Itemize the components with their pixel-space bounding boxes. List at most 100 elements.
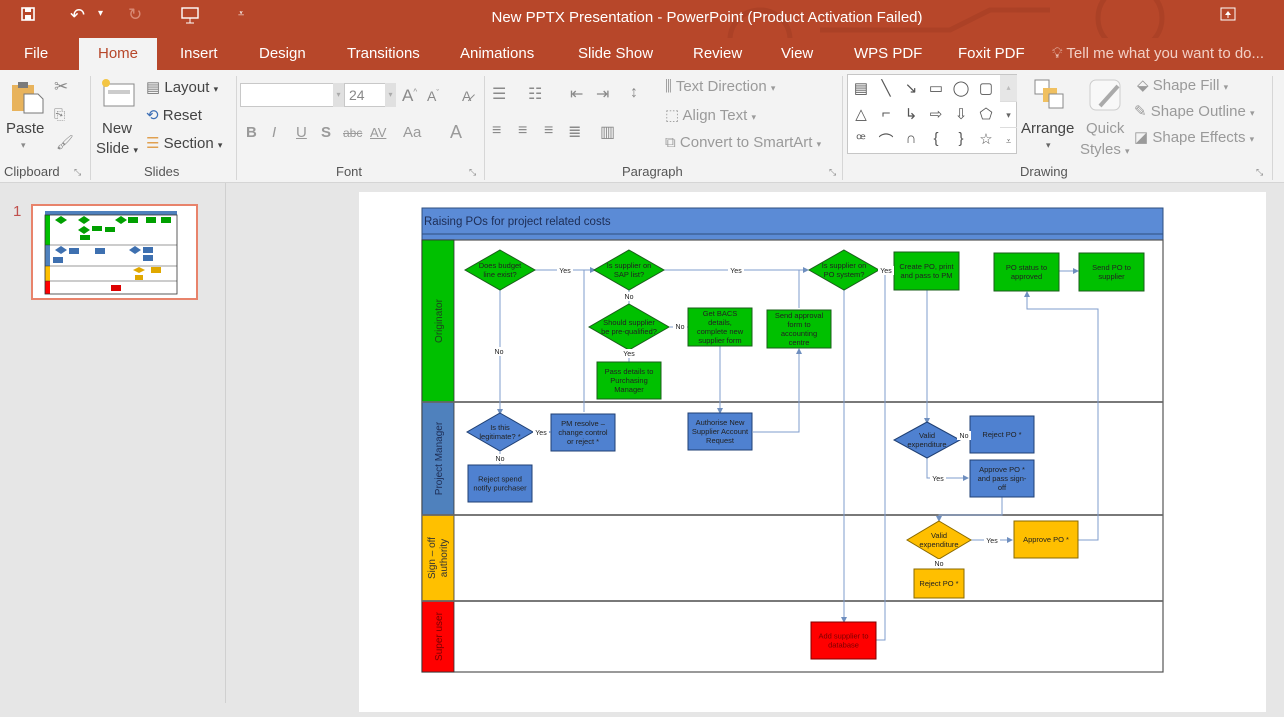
align-right-icon[interactable]: ≡ — [544, 122, 553, 140]
shape-effects-button[interactable]: ◪ Shape Effects ▾ — [1134, 128, 1254, 146]
tab-foxit-pdf[interactable]: Foxit PDF — [948, 38, 1035, 70]
tell-me-box[interactable]: 💡︎ Tell me what you want to do... — [1052, 45, 1264, 62]
numbering-icon[interactable]: ☷ — [528, 84, 542, 104]
tab-animations[interactable]: Animations — [450, 38, 544, 70]
tab-home[interactable]: Home — [79, 38, 157, 70]
tab-wps-pdf[interactable]: WPS PDF — [844, 38, 932, 70]
increase-indent-icon[interactable]: ⇥ — [596, 84, 609, 104]
bullets-icon[interactable]: ☰ — [492, 84, 506, 104]
new-slide-button[interactable]: Slide ▾ — [96, 140, 138, 157]
slide[interactable]: Raising POs for project related costs Ori… — [359, 192, 1266, 712]
triangle-shape-icon[interactable]: △ — [850, 105, 872, 123]
font-size-dropdown[interactable]: ▾ — [385, 83, 396, 107]
ribbon-tabs: File Home Insert Design Transitions Anim… — [0, 38, 1284, 70]
elbow-arrow-shape-icon[interactable]: ↳ — [900, 105, 922, 123]
elbow-connector-shape-icon[interactable]: ⌐ — [875, 105, 897, 122]
process-add_supplier-text: Add supplier to — [818, 632, 868, 641]
no-label: No — [625, 294, 634, 301]
paste-dropdown-icon[interactable]: ▾ — [21, 140, 26, 151]
rounded-rect-shape-icon[interactable]: ▢ — [975, 79, 997, 97]
tab-insert[interactable]: Insert — [170, 38, 228, 70]
reset-label: Reset — [162, 107, 202, 124]
cut-icon[interactable]: ✂ — [54, 77, 68, 97]
right-brace-shape-icon[interactable]: } — [950, 130, 972, 147]
arrow-line-shape-icon[interactable]: ↘ — [900, 79, 922, 97]
ribbon-display-options-icon[interactable] — [1220, 7, 1236, 26]
arrange-dropdown-icon[interactable]: ▾ — [1046, 140, 1051, 151]
shape-outline-label: Shape Outline — [1150, 103, 1246, 120]
line-spacing-icon[interactable]: ↕ — [630, 84, 638, 102]
drawing-launcher-icon[interactable]: ⤡ — [1256, 167, 1263, 178]
strikethrough-button[interactable]: abc — [343, 126, 362, 140]
arrange-button[interactable]: Arrange — [1021, 120, 1074, 137]
star-shape-icon[interactable]: ☆ — [975, 130, 997, 148]
down-arrow-shape-icon[interactable]: ⇩ — [950, 105, 972, 123]
freeform-shape-icon[interactable]: ꟹ — [850, 130, 872, 148]
text-direction-button[interactable]: ⫼ Text Direction ▾ — [665, 78, 775, 95]
tab-design[interactable]: Design — [249, 38, 316, 70]
oval-shape-icon[interactable]: ◯ — [950, 79, 972, 97]
layout-button[interactable]: ▤ Layout ▾ — [146, 78, 218, 96]
tab-view[interactable]: View — [771, 38, 823, 70]
decrease-indent-icon[interactable]: ⇤ — [570, 84, 583, 104]
clipboard-launcher-icon[interactable]: ⤡ — [74, 167, 81, 178]
font-color-button[interactable]: A — [450, 122, 462, 143]
tab-slide-show[interactable]: Slide Show — [568, 38, 663, 70]
font-name-dropdown[interactable]: ▾ — [333, 83, 344, 107]
gallery-more[interactable]: ⩡ — [1000, 127, 1017, 154]
left-brace-shape-icon[interactable]: { — [925, 130, 947, 147]
pencil-icon: ✎ — [1134, 103, 1147, 120]
snip-shape-icon[interactable]: ⬠ — [975, 105, 997, 123]
tab-transitions[interactable]: Transitions — [337, 38, 430, 70]
right-arrow-shape-icon[interactable]: ⇨ — [925, 105, 947, 123]
quick-styles-button[interactable]: Styles ▾ — [1080, 141, 1130, 158]
arc-shape-icon[interactable]: ⌒ — [875, 130, 897, 151]
bold-button[interactable]: B — [246, 124, 257, 141]
copy-icon[interactable]: ⎘ — [54, 106, 65, 123]
font-name-input[interactable] — [240, 83, 344, 107]
smartart-label: Convert to SmartArt — [679, 134, 813, 151]
slide-thumbnail[interactable] — [31, 204, 198, 300]
change-case-button[interactable]: Aa — [403, 124, 421, 141]
clipboard-group-label: Clipboard — [4, 164, 60, 179]
process-approval-text: accounting — [781, 329, 817, 338]
align-text-button[interactable]: ⬚ Align Text ▾ — [665, 106, 756, 124]
font-launcher-icon[interactable]: ⤡ — [469, 167, 476, 178]
convert-smartart-button[interactable]: ⧉ Convert to SmartArt ▾ — [665, 134, 821, 151]
process-resolve-text: change control — [558, 428, 608, 437]
title-bar: ↶ ▾ ↻ ⩡ New PPTX Presentation - PowerPoi… — [0, 0, 1284, 38]
process-bacs-text: complete new — [697, 327, 744, 336]
shape-outline-button[interactable]: ✎ Shape Outline ▾ — [1134, 102, 1255, 120]
lanes-frame — [421, 239, 1164, 673]
align-center-icon[interactable]: ≡ — [518, 122, 527, 140]
new-slide-label-1[interactable]: New — [102, 120, 132, 137]
shape-fill-button[interactable]: ⬙ Shape Fill ▾ — [1137, 76, 1228, 94]
italic-button[interactable]: I — [272, 124, 276, 141]
curve-shape-icon[interactable]: ∩ — [900, 130, 922, 147]
paragraph-launcher-icon[interactable]: ⤡ — [829, 167, 836, 178]
quick-styles-label-1[interactable]: Quick — [1086, 120, 1124, 137]
justify-icon[interactable]: ≣ — [568, 122, 581, 142]
increase-font-size-icon[interactable]: A^ — [402, 86, 417, 106]
columns-icon[interactable]: ▥ — [600, 122, 615, 142]
line-shape-icon[interactable]: ╲ — [875, 79, 897, 97]
quick-styles-icon — [1088, 78, 1122, 117]
process-bacs-text: supplier form — [698, 336, 741, 345]
shadow-button[interactable]: S — [321, 124, 331, 141]
format-painter-icon[interactable]: 🖌︎ — [56, 134, 74, 151]
tab-review[interactable]: Review — [683, 38, 752, 70]
section-button[interactable]: ☰ Section ▾ — [146, 134, 222, 152]
character-spacing-button[interactable]: AV — [370, 125, 386, 140]
tab-file[interactable]: File — [14, 38, 58, 70]
gallery-scroll-down[interactable]: ▾ — [1000, 101, 1017, 127]
gallery-scroll-up[interactable]: ▴ — [1000, 75, 1017, 101]
text-box-shape-icon[interactable]: ▤ — [850, 79, 872, 97]
process-bacs-text: details, — [708, 318, 732, 327]
rectangle-shape-icon[interactable]: ▭ — [925, 79, 947, 97]
paste-button[interactable]: Paste — [6, 120, 44, 137]
reset-button[interactable]: ⟲ Reset — [146, 106, 202, 124]
decrease-font-size-icon[interactable]: Aˇ — [427, 88, 439, 104]
clear-formatting-icon[interactable]: A̷ — [462, 88, 471, 104]
underline-button[interactable]: U — [296, 124, 307, 141]
align-left-icon[interactable]: ≡ — [492, 122, 501, 140]
